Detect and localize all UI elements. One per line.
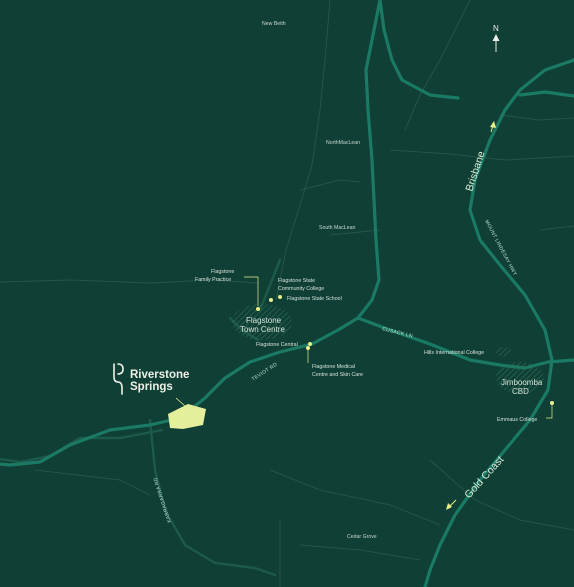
map-background	[0, 0, 574, 587]
locality-map: New Beith NorthMacLean South MacLean Ced…	[0, 0, 574, 587]
locality-new-beith: New Beith	[262, 21, 286, 27]
poi-emmaus-college: Emmaus College	[497, 417, 537, 423]
poi-marker-medical	[306, 346, 310, 350]
locality-north-maclean: NorthMacLean	[326, 140, 360, 146]
poi-marker-community-college	[269, 298, 273, 302]
poi-state-school: Flagstone State School	[287, 296, 342, 302]
town-jimboomba-line1: Jimboomba	[501, 378, 543, 387]
poi-medical-line2: Centre and Skin Care	[312, 372, 363, 378]
poi-family-practice-line1: Flagstone	[211, 269, 234, 275]
town-flagstone-line1: Flagstone	[246, 316, 282, 325]
poi-marker-emmaus	[550, 401, 554, 405]
town-jimboomba-line2: CBD	[512, 387, 529, 396]
brand-name-line1: Riverstone	[130, 369, 189, 381]
poi-community-college-line2: Community College	[278, 286, 324, 292]
north-label: N	[493, 24, 499, 33]
poi-hills-college: Hills International College	[424, 350, 484, 356]
poi-marker-family-practice	[256, 307, 260, 311]
locality-cedar-grove: Cedar Grove	[347, 534, 377, 540]
town-flagstone-line2: Town Centre	[240, 325, 285, 334]
poi-marker-central	[308, 342, 312, 346]
hills-college-area	[496, 347, 512, 357]
poi-marker-state-school	[278, 295, 282, 299]
poi-community-college-line1: Flagstone State	[278, 278, 315, 284]
poi-family-practice-line2: Family Practice	[195, 277, 231, 283]
locality-south-maclean: South MacLean	[319, 225, 355, 231]
brand-name-line2: Springs	[130, 381, 173, 393]
poi-central: Flagstone Central	[256, 342, 298, 348]
poi-medical-line1: Flagstone Medical	[312, 364, 355, 370]
